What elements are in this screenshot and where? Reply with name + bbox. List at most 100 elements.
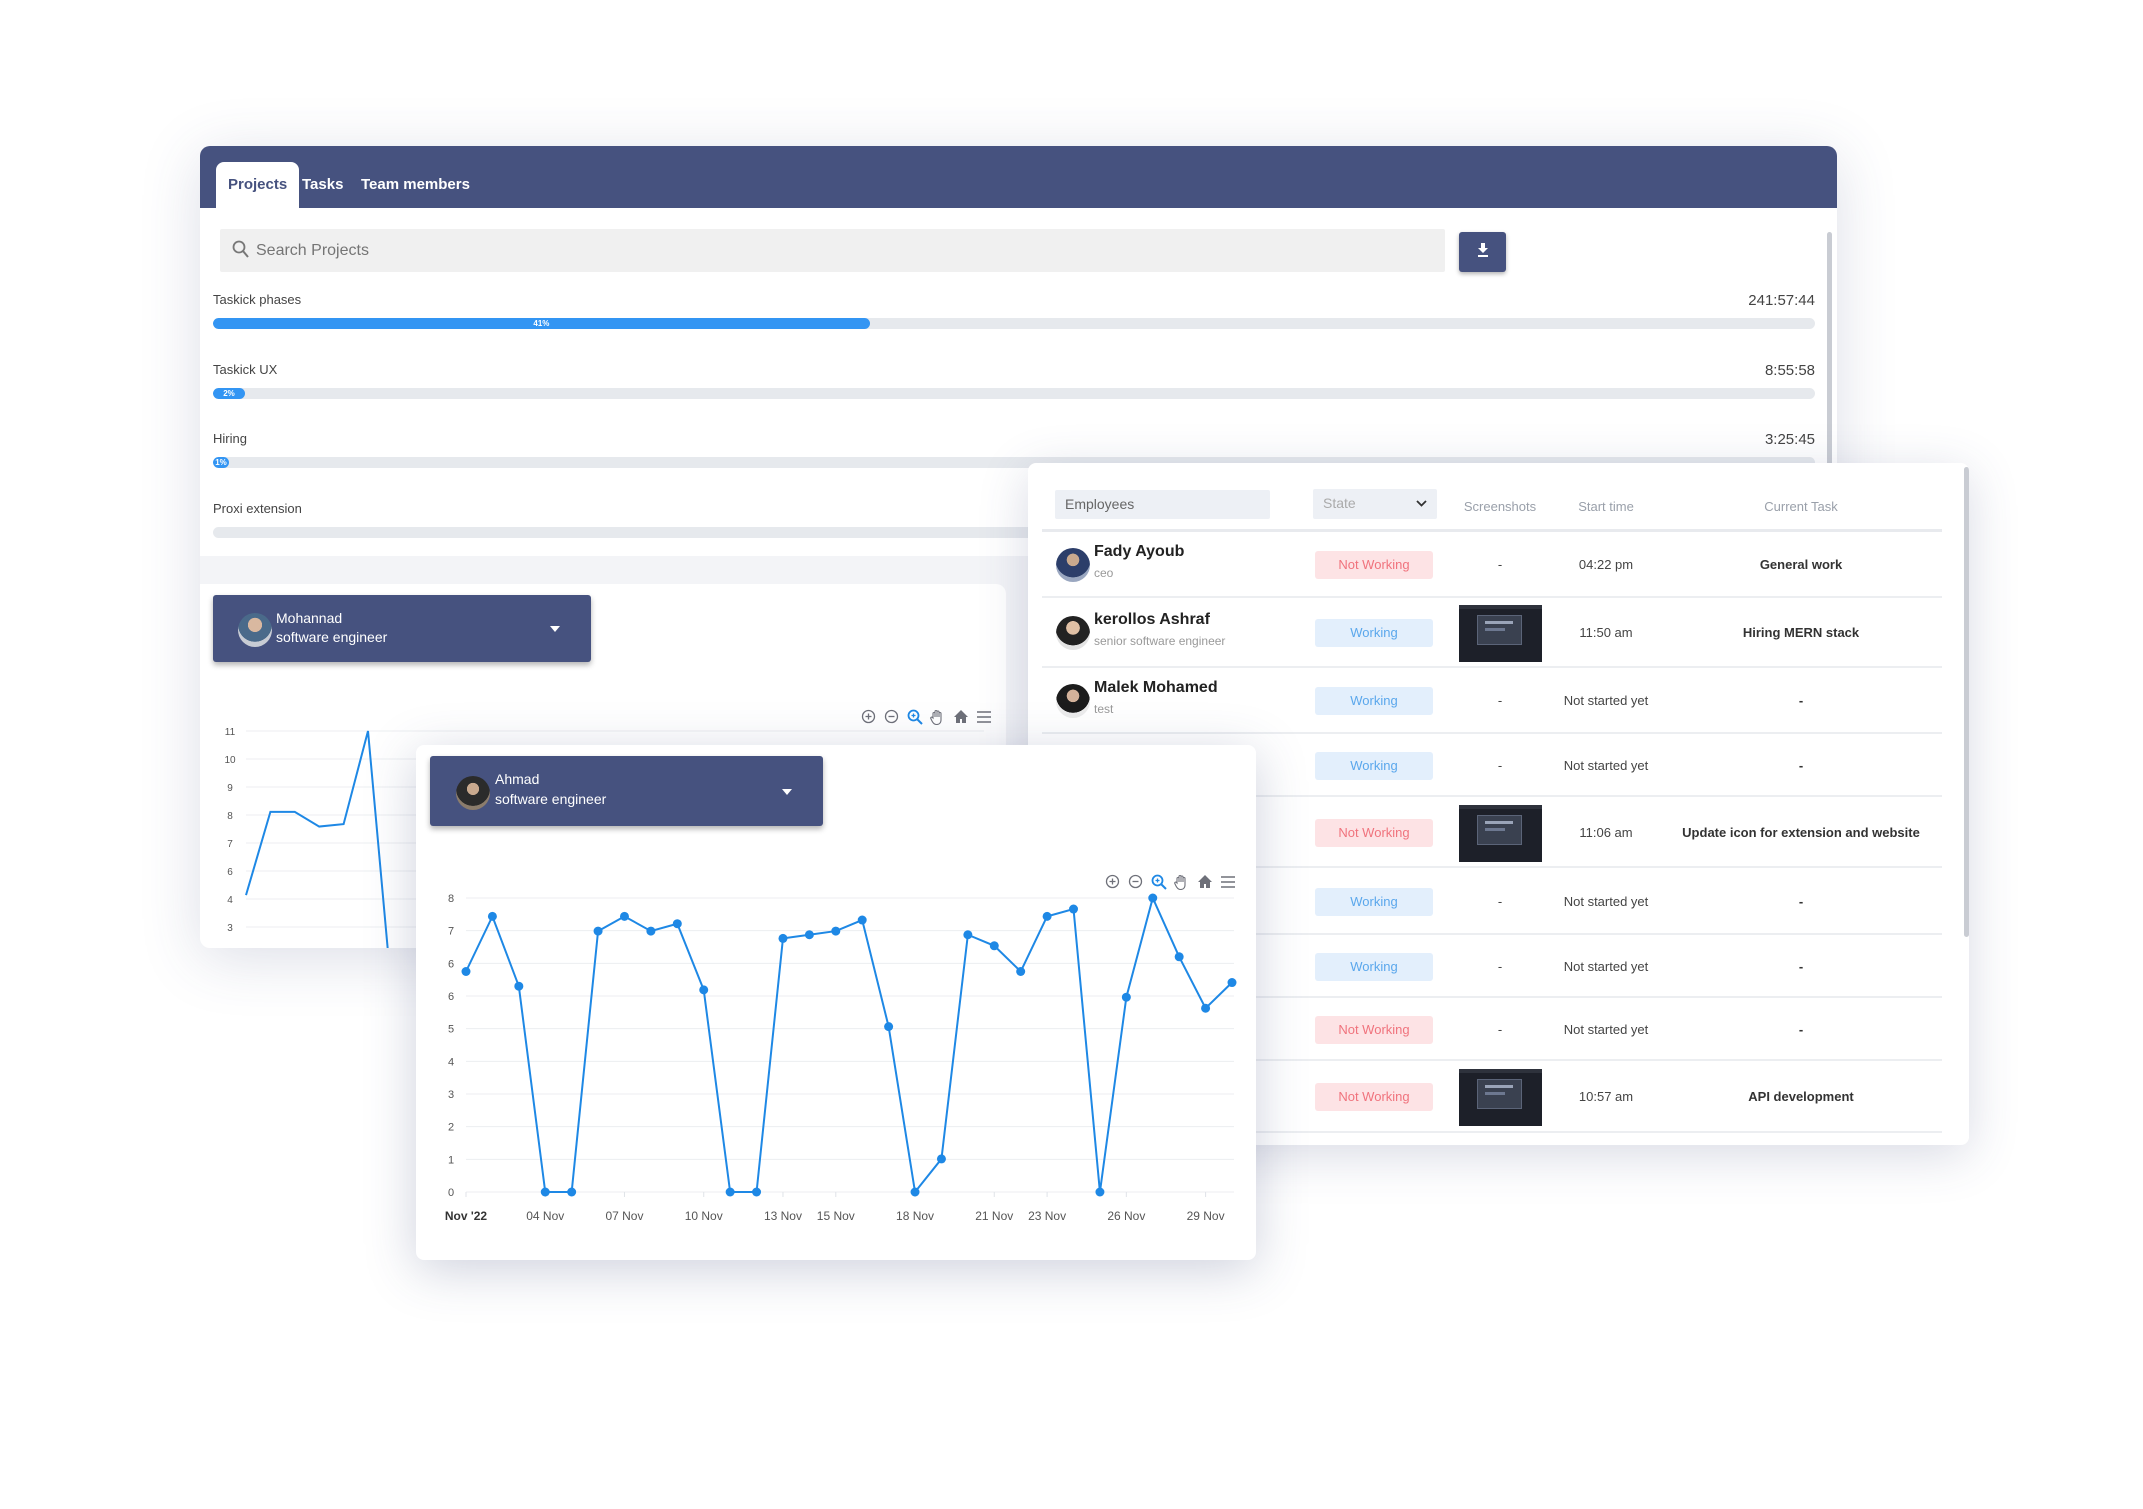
status-badge: Not Working [1315,550,1433,579]
screenshot-cell: - [1497,556,1503,572]
tab-tasks[interactable]: Tasks [290,162,355,208]
y-tick-label: 8 [227,811,233,822]
data-point [910,1187,920,1197]
status-badge: Working [1315,687,1433,715]
screenshot-cell: - [1497,693,1503,708]
state-select[interactable]: State [1313,489,1437,519]
data-point [1016,967,1026,976]
screenshot-cell: - [1497,1021,1503,1037]
data-point [487,911,497,921]
y-tick-label: 2 [448,1122,454,1134]
tab-team-members[interactable]: Team members [349,162,482,208]
y-tick-label: 0 [448,1187,454,1199]
x-tick-label: 04 Nov [526,1209,564,1223]
state-select-value: State [1323,495,1356,511]
table-row[interactable]: kerollos Ashraf senior software engineer W… [1042,598,1942,668]
data-point [989,941,999,951]
search-icon [232,240,250,265]
start-time: 11:06 am [1579,824,1633,840]
progress-fill: 2% [213,388,245,399]
status-badge: Working [1315,952,1433,981]
data-point [1069,904,1079,914]
y-tick-label: 3 [448,1089,454,1101]
download-button[interactable] [1459,232,1506,272]
project-time: 3:25:45 [1764,431,1815,448]
data-point [884,1022,894,1032]
start-time: 11:50 am [1579,625,1633,640]
tab-projects[interactable]: Projects [216,162,300,208]
series-line [465,895,1233,1195]
start-time: Not started yet [1563,1021,1649,1037]
employee-name: kerollos Ashraf [1094,611,1210,628]
status-badge: Not Working [1315,1015,1433,1044]
project-time: 8:55:58 [1764,362,1815,379]
table-row[interactable]: Fady Ayoub ceo Not Working - 04:22 pm General… [1042,531,1942,598]
data-point [567,1187,577,1197]
current-task: Hiring MERN stack [1742,625,1860,640]
current-task: - [1798,958,1804,974]
ahmad-hours-chart: 8 7 6 6 5 4 3 2 1 0 Nov '22 04 Nov 07 Nov 10 Nov 13 No… [445,893,1237,1223]
employee-name: Fady Ayoub [1094,542,1185,560]
progress-fill: 1% [213,457,229,468]
y-tick-label: 7 [448,926,454,938]
current-task: - [1798,693,1804,708]
table-row[interactable]: Malek Mohamed test Working - Not started yet… [1042,668,1942,734]
y-tick-label: 6 [227,867,233,878]
employee-name: Malek Mohamed [1094,679,1218,696]
status-badge: Working [1315,619,1433,647]
data-point [857,915,867,925]
data-point [461,967,471,976]
data-point [804,930,814,940]
screenshot-cell: - [1497,757,1503,773]
screenshot-cell: - [1497,893,1503,909]
data-point [725,1187,735,1197]
data-point [1042,911,1052,921]
data-point [1174,952,1184,962]
y-tick-label: 6 [448,991,454,1003]
data-point [778,933,788,943]
employee-role: test [1094,702,1114,716]
status-badge: Not Working [1315,818,1433,847]
x-tick-label: 10 Nov [685,1209,723,1223]
data-point [699,985,709,995]
avatar [1056,616,1090,650]
data-point [1121,992,1131,1002]
y-tick-label: 11 [225,727,236,738]
x-tick-label: 07 Nov [605,1209,643,1223]
project-name: Taskick phases [213,292,302,307]
employee-role: senior software engineer [1094,634,1226,648]
start-time: Not started yet [1563,693,1649,708]
employee-chart-card: Ahmad software engineer 8 7 6 6 5 4 3 2 1 0 Nov '2… [416,745,1256,1260]
data-point [672,919,682,929]
screenshot-cell: - [1497,958,1503,974]
start-time: 10:57 am [1578,1089,1634,1104]
x-tick-label: 21 Nov [975,1209,1013,1223]
scrollbar[interactable] [1964,467,1969,937]
employees-filter[interactable]: Employees [1055,490,1270,519]
start-time: Not started yet [1563,893,1649,909]
x-tick-label: 26 Nov [1107,1209,1145,1223]
progress-bar: 41% [213,318,1815,329]
x-tick-label: 15 Nov [817,1209,855,1223]
screenshot-thumbnail[interactable] [1459,804,1542,862]
data-point [540,1187,550,1197]
project-row[interactable]: Taskick UX 8:55:58 2% [213,362,1815,422]
data-point [1148,893,1158,903]
series-line [245,730,389,948]
avatar [1056,684,1090,718]
screenshot-thumbnail[interactable] [1459,605,1542,662]
start-time: Not started yet [1563,958,1649,974]
status-badge: Working [1315,887,1433,916]
column-header-start-time: Start time [1578,499,1634,514]
screenshot-thumbnail[interactable] [1459,1069,1542,1126]
data-point [593,926,603,936]
x-tick-label: Nov '22 [445,1209,488,1223]
data-point [936,1154,946,1164]
y-tick-label: 8 [448,893,454,905]
start-time: 04:22 pm [1578,556,1634,572]
column-header-screenshots: Screenshots [1463,499,1537,514]
y-tick-label: 4 [448,1056,454,1068]
project-row[interactable]: Taskick phases 241:57:44 41% [213,292,1815,352]
progress-bar: 2% [213,388,1815,399]
search-input[interactable] [220,229,1445,272]
